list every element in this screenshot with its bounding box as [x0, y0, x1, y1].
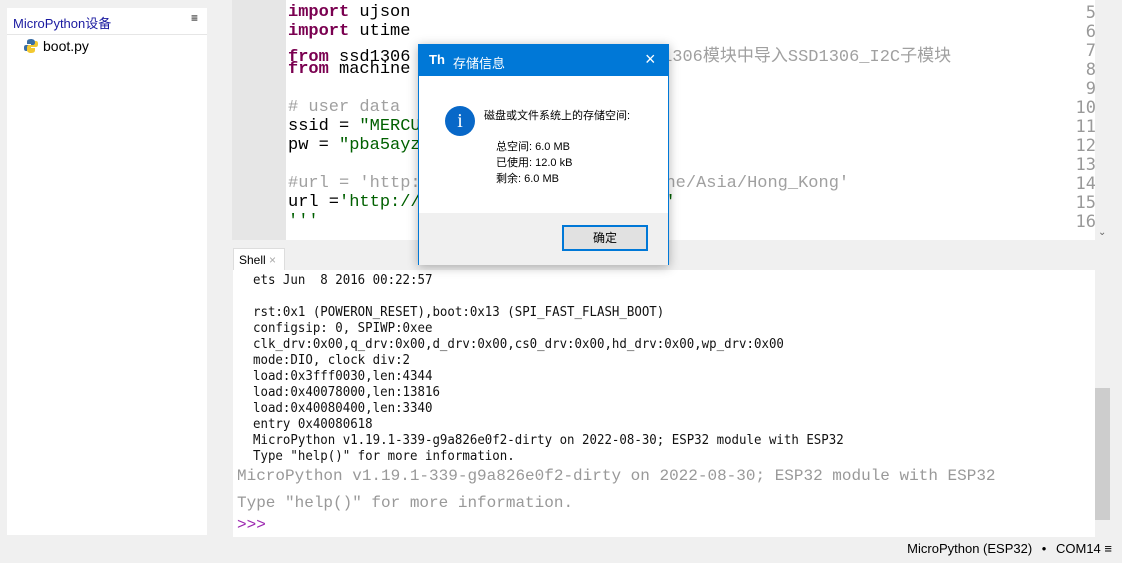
- code-token: machine: [339, 60, 411, 79]
- storage-info-dialog: Th 存储信息 × i 磁盘或文件系统上的存储空间: 总空间: 6.0 MB 已…: [418, 44, 669, 265]
- line-number: 12: [1075, 136, 1096, 156]
- used-space: 已使用: 12.0 kB: [496, 157, 573, 169]
- dialog-message: 磁盘或文件系统上的存储空间:: [484, 110, 631, 122]
- shell-output-line: ets Jun 8 2016 00:22:57: [253, 272, 433, 288]
- shell-output-line: load:0x3fff0030,len:4344: [253, 368, 433, 384]
- dialog-title: 存储信息: [453, 56, 506, 71]
- files-scrollbar[interactable]: [207, 8, 222, 535]
- shell-output-line: mode:DIO, clock div:2: [253, 352, 411, 368]
- code-token: # user data: [288, 98, 401, 117]
- code-line: # user data: [288, 98, 400, 117]
- line-number: 11: [1075, 117, 1096, 137]
- code-token: "pba5ayz: [339, 136, 421, 155]
- shell-output-line: MicroPython v1.19.1-339-g9a826e0f2-dirty…: [253, 432, 844, 448]
- code-token: import: [288, 22, 350, 41]
- files-panel: MicroPython设备 ≡ boot.py: [7, 8, 207, 535]
- editor-scrollbar[interactable]: ⌄: [1095, 0, 1110, 240]
- line-number: 6: [1085, 22, 1096, 42]
- dialog-title-bar: Th 存储信息 ×: [419, 45, 668, 76]
- thonny-logo-icon: Th: [429, 52, 445, 67]
- port-label[interactable]: COM14: [1056, 541, 1101, 556]
- line-number: 15: [1075, 193, 1096, 213]
- file-name: boot.py: [43, 38, 89, 54]
- shell-output-line: load:0x40078000,len:13816: [253, 384, 440, 400]
- status-separator: •: [1041, 541, 1047, 556]
- code-token: url =: [288, 193, 340, 212]
- tab-shell[interactable]: Shell ×: [233, 248, 285, 271]
- code-token: from: [288, 60, 329, 79]
- shell-output-line: entry 0x40080618: [253, 416, 373, 432]
- divider: [7, 34, 207, 35]
- code-line: from machine: [288, 60, 410, 79]
- close-icon[interactable]: ×: [269, 253, 276, 267]
- shell-output-line: Type "help()" for more information.: [253, 448, 515, 464]
- code-token: "MERCU: [359, 117, 421, 136]
- file-item-boot[interactable]: boot.py: [23, 38, 89, 54]
- code-line: import ujson: [288, 3, 410, 22]
- line-number-gutter: [232, 0, 286, 240]
- close-icon[interactable]: ×: [645, 49, 656, 70]
- free-space: 剩余: 6.0 MB: [496, 173, 559, 185]
- total-space: 总空间: 6.0 MB: [496, 141, 570, 153]
- code-line: pw = "pba5ayz: [288, 136, 421, 155]
- code-token: ujson: [359, 3, 411, 22]
- hamburger-icon[interactable]: ≡: [191, 11, 198, 25]
- code-token: ''': [288, 212, 319, 231]
- line-number: 5: [1085, 3, 1096, 23]
- code-line: ''': [288, 212, 319, 231]
- code-line: import utime: [288, 22, 410, 41]
- line-number: 8: [1085, 60, 1096, 80]
- interpreter-label[interactable]: MicroPython (ESP32): [907, 541, 1032, 556]
- line-number: 13: [1075, 155, 1096, 175]
- banner-line: Type "help()" for more information.: [237, 494, 574, 512]
- line-number: 9: [1085, 79, 1096, 99]
- info-icon: i: [445, 106, 475, 136]
- line-number: 16: [1075, 212, 1096, 232]
- tab-label: Shell: [239, 253, 266, 267]
- shell-scrollbar-thumb[interactable]: [1095, 388, 1110, 520]
- line-number: 10: [1075, 98, 1096, 118]
- line-number: 7: [1085, 41, 1096, 61]
- files-panel-title: MicroPython设备: [13, 16, 112, 31]
- code-editor[interactable]: 5 import ujson 6 import utime 7 from ssd1306 …: [232, 0, 1110, 240]
- hamburger-icon[interactable]: ≡: [1104, 541, 1112, 556]
- code-token: utime: [359, 22, 411, 41]
- shell-output-line: load:0x40080400,len:3340: [253, 400, 433, 416]
- status-bar: MicroPython (ESP32) • COM14 ≡: [907, 541, 1112, 556]
- shell-prompt: >>>: [237, 516, 266, 534]
- shell-output-line: clk_drv:0x00,q_drv:0x00,d_drv:0x00,cs0_d…: [253, 336, 784, 352]
- code-token: ssid =: [288, 117, 360, 136]
- code-token: pw =: [288, 136, 340, 155]
- shell-output-line: rst:0x1 (POWERON_RESET),boot:0x13 (SPI_F…: [253, 304, 665, 320]
- shell-console[interactable]: ets Jun 8 2016 00:22:57 rst:0x1 (POWERON_…: [233, 270, 1095, 537]
- ok-button[interactable]: 确定: [562, 225, 648, 251]
- code-token: import: [288, 3, 350, 22]
- banner-line: MicroPython v1.19.1-339-g9a826e0f2-dirty…: [237, 467, 996, 485]
- python-file-icon: [24, 39, 38, 53]
- shell-output-line: configsip: 0, SPIWP:0xee: [253, 320, 433, 336]
- line-number: 14: [1075, 174, 1096, 194]
